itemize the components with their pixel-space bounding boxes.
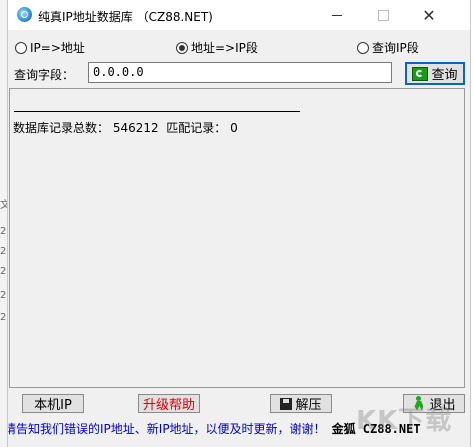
result-panel[interactable]: 数据库记录总数： 546212 匹配记录： 0	[9, 88, 465, 388]
result-stats: 数据库记录总数： 546212 匹配记录： 0	[13, 121, 238, 135]
app-icon	[17, 7, 32, 22]
minimize-icon	[332, 14, 342, 16]
close-button[interactable]: ✕	[406, 0, 452, 30]
radio-label: 查询IP段	[372, 41, 419, 55]
maximize-button[interactable]	[360, 0, 406, 30]
upgrade-help-button[interactable]: 升级帮助	[138, 394, 200, 413]
result-divider	[14, 111, 300, 112]
unzip-button[interactable]: 解压	[270, 394, 332, 413]
radio-label: 地址=>IP段	[191, 41, 258, 55]
refresh-icon	[412, 66, 429, 81]
minimize-button[interactable]	[314, 0, 360, 30]
disk-icon	[280, 397, 293, 410]
maximize-icon	[377, 9, 389, 21]
local-ip-label: 本机IP	[34, 398, 72, 413]
window-title: 纯真IP地址数据库 （CZ88.NET)	[38, 10, 213, 24]
local-ip-button[interactable]: 本机IP	[22, 394, 84, 413]
query-button-label: 查询	[431, 68, 458, 83]
radio-dot-selected[interactable]	[176, 41, 188, 54]
query-input[interactable]: 0.0.0.0	[88, 62, 392, 83]
upgrade-help-label: 升级帮助	[142, 398, 195, 413]
watermark: KK下载	[356, 406, 453, 436]
query-field-label: 查询字段：	[14, 68, 75, 82]
status-message[interactable]: 请告知我们错误的IP地址、新IP地址，以便及时更新，谢谢！	[8, 420, 326, 437]
radio-dot[interactable]	[15, 41, 27, 54]
radio-address-to-ip-range[interactable]: 地址=>IP段	[176, 39, 258, 56]
radio-dot[interactable]	[357, 41, 369, 54]
radio-ip-to-address[interactable]: IP=>地址	[15, 39, 85, 56]
app-window: 纯真IP地址数据库 （CZ88.NET) ✕ IP=>地址 地址=>IP段 查询…	[7, 0, 471, 447]
radio-query-ip-range[interactable]: 查询IP段	[357, 39, 419, 56]
title-bar[interactable]: 纯真IP地址数据库 （CZ88.NET) ✕	[8, 0, 470, 30]
radio-label: IP=>地址	[30, 41, 85, 55]
query-button[interactable]: 查询	[405, 62, 465, 85]
unzip-label: 解压	[295, 398, 322, 413]
